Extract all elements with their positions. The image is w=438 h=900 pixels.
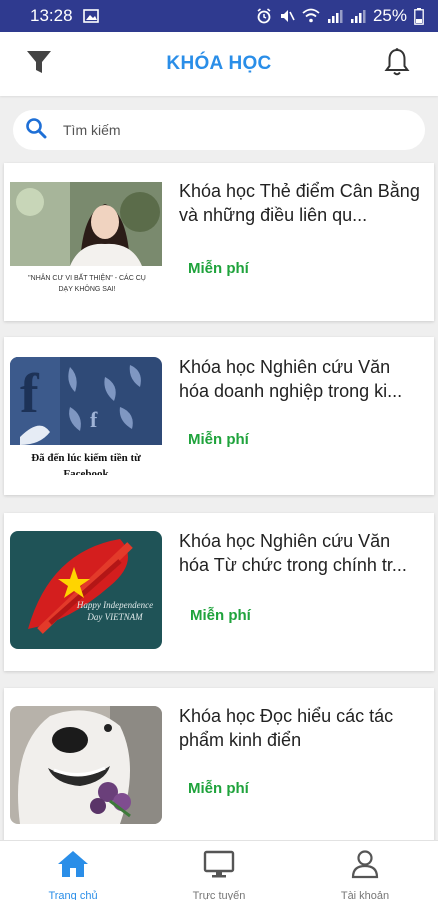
alarm-icon bbox=[256, 8, 272, 24]
battery-percent: 25% bbox=[372, 6, 407, 25]
thumbnail-caption: "NHÂN CƯ VI BẤT THIỆN" - CÁC CỤ DẠY KHÔN… bbox=[28, 275, 146, 293]
wifi-icon bbox=[302, 8, 320, 24]
course-title: Khóa học Nghiên cứu Văn hóa Từ chức tron… bbox=[179, 531, 407, 575]
nav-item-online[interactable]: Trực tuyến bbox=[146, 841, 292, 900]
course-thumbnail: "NHÂN CƯ VI BẤT THIỆN" - CÁC CỤ DẠY KHÔN… bbox=[10, 182, 162, 302]
nav-item-home[interactable]: Trang chủ bbox=[0, 841, 146, 900]
status-left: 13:28 bbox=[30, 6, 99, 26]
nav-item-account[interactable]: Tài khoản bbox=[292, 841, 438, 900]
thumbnail-caption: Đã đến lúc kiếm tiền từ Facebook bbox=[31, 452, 141, 475]
nav-label-home: Trang chủ bbox=[48, 890, 98, 900]
course-title: Khóa học Thẻ điểm Cân Bằng và những điều… bbox=[179, 181, 420, 225]
course-card[interactable]: f f Đã đến lúc kiếm tiền từ Facebook Khó… bbox=[4, 337, 434, 495]
course-thumbnail: f f Đã đến lúc kiếm tiền từ Facebook bbox=[10, 357, 162, 475]
filter-icon bbox=[25, 48, 53, 81]
course-thumbnail bbox=[10, 706, 162, 824]
course-card[interactable]: Khóa học Đọc hiểu các tác phẩm kinh điển… bbox=[4, 688, 434, 846]
nav-label-online: Trực tuyến bbox=[192, 890, 246, 900]
svg-text:f: f bbox=[20, 363, 40, 425]
signal-icon-2 bbox=[350, 8, 366, 24]
search-bar[interactable] bbox=[13, 110, 425, 150]
course-card[interactable]: "NHÂN CƯ VI BẤT THIỆN" - CÁC CỤ DẠY KHÔN… bbox=[4, 163, 434, 321]
bottom-navigation: Trang chủ Trực tuyến Tài khoản bbox=[0, 840, 438, 900]
search-input[interactable] bbox=[63, 122, 383, 138]
filter-button[interactable] bbox=[24, 48, 54, 80]
user-icon bbox=[348, 849, 382, 884]
course-title: Khóa học Đọc hiểu các tác phẩm kinh điển bbox=[179, 706, 394, 750]
thumbnail-caption: Happy Independence Day VIETNAM bbox=[76, 600, 154, 622]
price-label: Miễn phí bbox=[190, 607, 251, 624]
price-label: Miễn phí bbox=[188, 431, 249, 448]
course-card[interactable]: Happy Independence Day VIETNAM Khóa học … bbox=[4, 513, 434, 671]
mute-icon bbox=[279, 8, 295, 24]
svg-text:f: f bbox=[90, 407, 98, 432]
status-bar: 13:28 25% bbox=[0, 0, 438, 32]
nav-label-account: Tài khoản bbox=[340, 890, 390, 900]
bell-icon bbox=[383, 47, 411, 82]
gallery-icon bbox=[82, 9, 99, 23]
battery-icon bbox=[414, 7, 424, 25]
home-icon bbox=[56, 849, 90, 884]
status-time: 13:28 bbox=[30, 6, 73, 25]
course-thumbnail: Happy Independence Day VIETNAM bbox=[10, 531, 162, 649]
price-label: Miễn phí bbox=[188, 780, 249, 797]
page-title: KHÓA HỌC bbox=[166, 53, 272, 74]
status-right: 25% bbox=[256, 6, 424, 26]
notification-button[interactable] bbox=[382, 47, 412, 82]
search-icon bbox=[25, 117, 47, 144]
monitor-icon bbox=[202, 849, 236, 884]
price-label: Miễn phí bbox=[188, 260, 249, 277]
course-title: Khóa học Nghiên cứu Văn hóa doanh nghiệp… bbox=[179, 357, 403, 401]
signal-icon bbox=[327, 8, 343, 24]
app-header: KHÓA HỌC bbox=[0, 32, 438, 96]
